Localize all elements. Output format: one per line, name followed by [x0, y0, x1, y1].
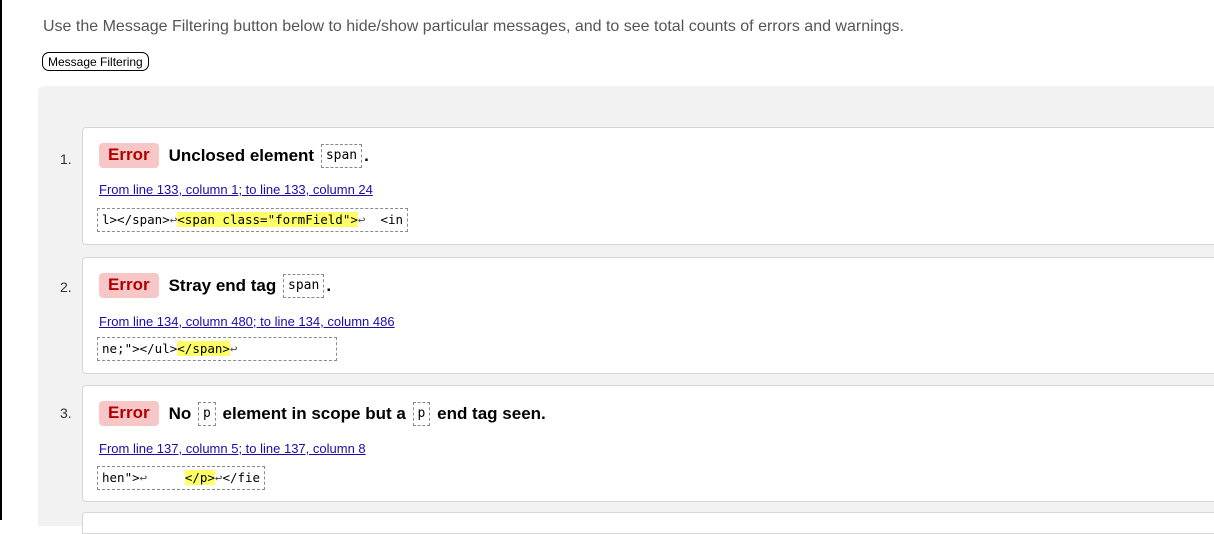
message-number: 3.: [60, 405, 72, 421]
location-link[interactable]: From line 134, column 480; to line 134, …: [99, 314, 395, 329]
message-heading: Error Unclosed element span.: [99, 143, 369, 168]
message-text: No: [168, 403, 192, 423]
message-text: Unclosed element: [168, 145, 315, 165]
code-element: p: [412, 401, 431, 426]
source-extract: ne;"></ul></span>↩: [97, 337, 337, 361]
message-text-mid: element in scope but a: [222, 403, 406, 423]
highlighted-code: </p>: [184, 470, 215, 485]
message-text-end: .: [364, 145, 369, 165]
message-text-end: .: [326, 275, 332, 295]
message-number: 1.: [60, 151, 72, 167]
source-extract: hen">↩ </p>↩</fie: [97, 466, 266, 490]
message-filtering-button[interactable]: Message Filtering: [42, 52, 149, 71]
message-heading: Error Stray end tag span.: [99, 273, 331, 298]
message-text-end: end tag seen.: [437, 403, 546, 423]
highlighted-code: </span>: [177, 341, 230, 356]
highlighted-code: <span class="formField">: [177, 212, 358, 227]
intro-text: Use the Message Filtering button below t…: [43, 18, 904, 35]
message-heading: Error No p element in scope but a p end …: [99, 401, 546, 426]
error-badge: Error: [99, 143, 159, 168]
message-number: 2.: [60, 279, 72, 295]
message-text: Stray end tag: [168, 275, 277, 295]
window-left-border: [0, 0, 2, 520]
message-item-1: Error Unclosed element span. From line 1…: [82, 127, 1214, 245]
message-item-3: Error No p element in scope but a p end …: [82, 385, 1214, 502]
error-badge: Error: [99, 273, 159, 298]
error-badge: Error: [99, 401, 159, 426]
code-element: span: [320, 143, 363, 168]
code-element: p: [197, 401, 216, 426]
message-item-2: Error Stray end tag span. From line 134,…: [82, 257, 1214, 374]
return-icon: ↩: [229, 341, 238, 356]
code-element: span: [283, 273, 325, 298]
source-extract: l></span>↩<span class="formField">↩ <in: [97, 208, 409, 232]
message-item-4: [82, 512, 1214, 534]
location-link[interactable]: From line 137, column 5; to line 137, co…: [99, 441, 366, 456]
location-link[interactable]: From line 133, column 1; to line 133, co…: [99, 182, 373, 197]
